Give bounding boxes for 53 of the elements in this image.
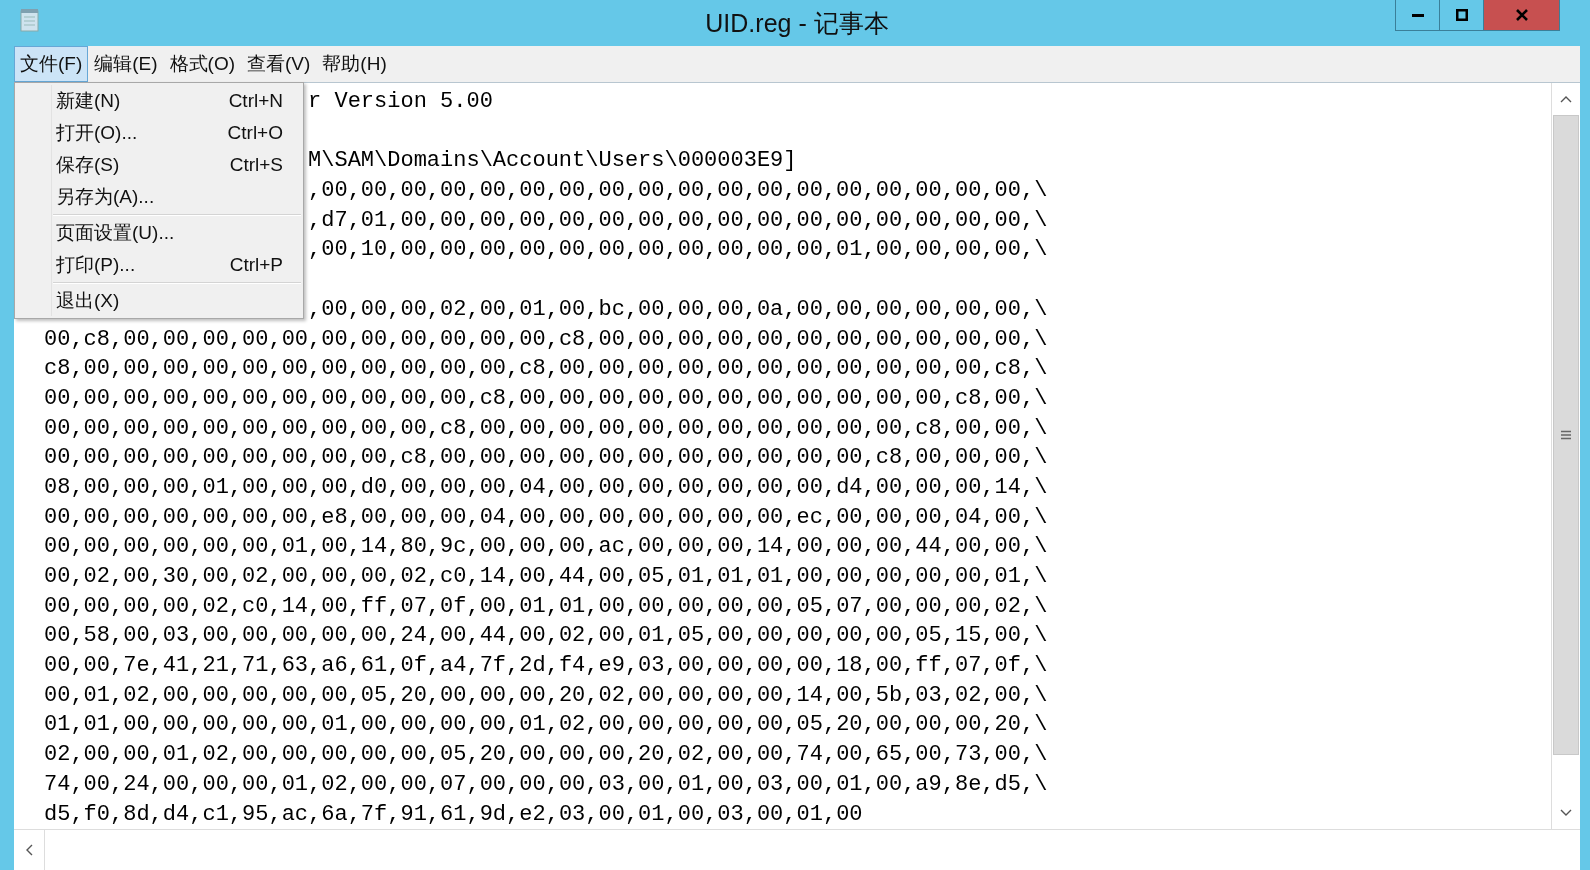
code-line: 00,00,7e,41,21,71,63,a6,61,0f,a4,7f,2d,f4,e9,03,00,00,00,00,18,00,ff,07,0f,\ (44, 652, 1048, 681)
code-line: ,00,00,00,00,00,00,00,00,00,00,00,00,00,00,00,00,00,00,\ (308, 177, 1048, 206)
menu-entry[interactable]: 页面设置(U)... (56, 220, 175, 246)
code-line: 08,00,00,00,01,00,00,00,d0,00,00,00,04,00,00,00,00,00,00,00,d4,00,00,00,14,\ (44, 473, 1048, 502)
code-line: c8,00,00,00,00,00,00,00,00,00,00,00,c8,00,00,00,00,00,00,00,00,00,00,00,c8,\ (44, 355, 1048, 384)
code-line: ,00,10,00,00,00,00,00,00,00,00,00,00,00,01,00,00,00,00,\ (308, 236, 1048, 265)
horizontal-scrollbar[interactable] (14, 829, 1580, 870)
menu-entry[interactable]: 打开(O)... (56, 120, 138, 146)
code-line: 02,00,00,01,02,00,00,00,00,00,05,20,00,00,00,20,02,00,00,74,00,65,00,73,00,\ (44, 741, 1048, 770)
code-line: 00,00,00,00,02,c0,14,00,ff,07,0f,00,01,01,00,00,00,00,00,05,07,00,00,00,02,\ (44, 592, 1048, 621)
code-line: r Version 5.00 (308, 88, 493, 116)
shortcut-label: Ctrl+O (227, 122, 283, 144)
code-line: 01,01,00,00,00,00,00,01,00,00,00,00,01,02,00,00,00,00,00,05,20,00,00,00,20,\ (44, 711, 1048, 740)
minimize-icon (1411, 13, 1424, 17)
menu-item[interactable]: 查看(V) (241, 46, 317, 82)
menu-entry[interactable]: 新建(N) (56, 88, 121, 114)
scroll-down-icon[interactable] (1560, 809, 1572, 817)
menu-item[interactable]: 编辑(E) (88, 46, 164, 82)
code-line: 74,00,24,00,00,00,01,02,00,00,07,00,00,00,03,00,01,00,03,00,01,00,a9,8e,d5,\ (44, 770, 1048, 799)
minimize-button[interactable] (1395, 0, 1439, 31)
code-line: 00,01,02,00,00,00,00,00,05,20,00,00,00,20,02,00,00,00,00,14,00,5b,03,02,00,\ (44, 681, 1048, 710)
menu-entry[interactable]: 退出(X) (56, 288, 120, 314)
code-line: 00,02,00,30,00,02,00,00,00,02,c0,14,00,44,00,05,01,01,01,00,00,00,00,00,01,\ (44, 563, 1048, 591)
menu-item[interactable]: 格式(O) (163, 46, 242, 82)
shortcut-label: Ctrl+N (228, 90, 283, 112)
code-line: 00,00,00,00,00,00,00,00,00,c8,00,00,00,00,00,00,00,00,00,00,00,c8,00,00,00,\ (44, 444, 1048, 473)
vertical-scrollbar[interactable] (1551, 83, 1580, 829)
code-line: 00,00,00,00,00,00,01,00,14,80,9c,00,00,00,ac,00,00,00,14,00,00,00,44,00,00,\ (44, 533, 1048, 562)
menu-item[interactable]: 文件(F) (14, 46, 89, 82)
code-line: ,00,00,00,02,00,01,00,bc,00,00,00,0a,00,00,00,00,00,00,\ (308, 295, 1048, 324)
menu-entry[interactable]: 另存为(A)... (56, 184, 155, 210)
menu-entry[interactable]: 打印(P)... (56, 252, 136, 278)
close-icon (1515, 9, 1528, 21)
shortcut-label: Ctrl+P (229, 254, 283, 276)
code-line: 00,00,00,00,00,00,00,00,00,00,c8,00,00,00,00,00,00,00,00,00,00,00,c8,00,00,\ (44, 414, 1048, 443)
code-line: 00,00,00,00,00,00,00,e8,00,00,00,04,00,00,00,00,00,00,00,ec,00,00,00,04,00,\ (44, 503, 1048, 532)
window-title: UID.reg - 记事本 (705, 8, 889, 39)
notepad-icon (20, 8, 40, 32)
code-line: d5,f0,8d,d4,c1,95,ac,6a,7f,91,61,9d,e2,03,00,01,00,03,00,01,00 (44, 800, 863, 829)
grip-icon (1561, 430, 1571, 440)
code-line: M\SAM\Domains\Account\Users\000003E9] (308, 147, 797, 176)
code-line: 00,58,00,03,00,00,00,00,00,24,00,44,00,02,00,01,05,00,00,00,00,00,05,15,00,\ (44, 622, 1048, 651)
scroll-up-icon[interactable] (1560, 95, 1572, 103)
maximize-icon (1455, 9, 1468, 21)
code-line: ,d7,01,00,00,00,00,00,00,00,00,00,00,00,00,00,00,00,00,\ (308, 206, 1048, 235)
scroll-thumb[interactable] (1553, 115, 1579, 755)
menu-entry[interactable]: 保存(S) (56, 152, 120, 178)
code-line: 00,c8,00,00,00,00,00,00,00,00,00,00,00,c8,00,00,00,00,00,00,00,00,00,00,00,\ (44, 325, 1048, 354)
close-button[interactable] (1483, 0, 1560, 31)
code-line: 00,00,00,00,00,00,00,00,00,00,00,c8,00,00,00,00,00,00,00,00,00,00,00,c8,00,\ (44, 384, 1048, 413)
shortcut-label: Ctrl+S (229, 154, 283, 176)
menu-item[interactable]: 帮助(H) (316, 46, 393, 82)
scroll-left-icon[interactable] (25, 844, 33, 856)
